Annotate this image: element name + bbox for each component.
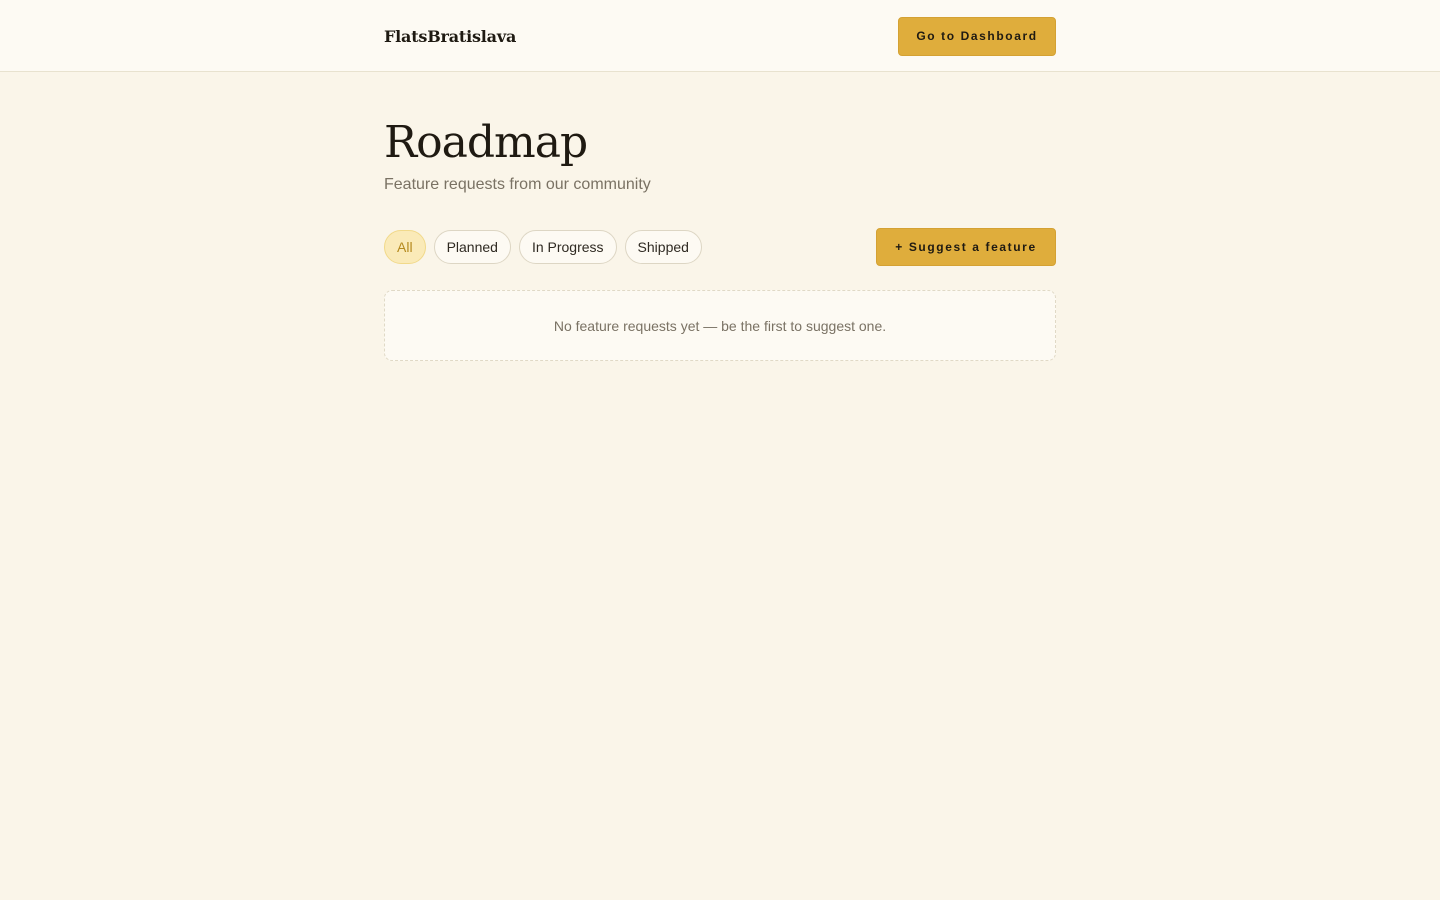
empty-state-message: No feature requests yet — be the first t… (553, 317, 887, 334)
page-title: Roadmap (384, 117, 588, 168)
filter-row: All Planned In Progress Shipped + Sugges… (384, 228, 1056, 266)
go-to-dashboard-button[interactable]: Go to Dashboard (898, 16, 1056, 56)
filter-in-progress[interactable]: In Progress (518, 230, 617, 264)
brand-logo[interactable]: FlatsBratislava (384, 27, 516, 46)
top-navbar: FlatsBratislava Go to Dashboard (0, 0, 1440, 72)
status-filter-pills: All Planned In Progress Shipped (384, 230, 702, 264)
suggest-feature-button[interactable]: + Suggest a feature (876, 228, 1056, 266)
empty-state-card: No feature requests yet — be the first t… (384, 290, 1056, 361)
filter-shipped[interactable]: Shipped (624, 230, 702, 264)
filter-planned[interactable]: Planned (433, 230, 511, 264)
topbar-inner: FlatsBratislava Go to Dashboard (384, 0, 1056, 72)
filter-all[interactable]: All (384, 230, 426, 264)
page-subtitle: Feature requests from our community (384, 176, 651, 193)
